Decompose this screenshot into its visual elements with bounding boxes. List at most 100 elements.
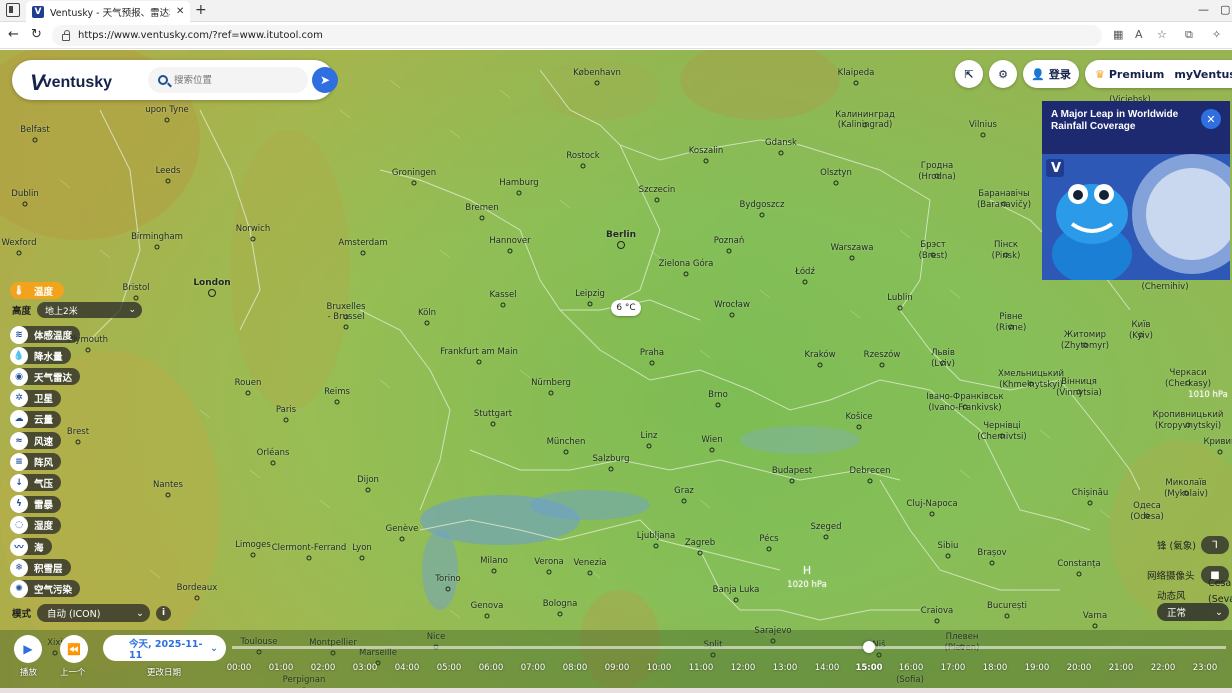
city-dot[interactable] [879, 362, 885, 368]
hour-label[interactable]: 11:00 [689, 663, 714, 673]
timeline-track[interactable] [232, 646, 1226, 649]
minimize-icon[interactable]: — [1198, 3, 1209, 16]
city-dot[interactable] [608, 466, 614, 472]
city-dot[interactable] [194, 595, 200, 601]
date-select[interactable]: 今天, 2025-11-11 ⌄ [103, 635, 226, 661]
city-dot[interactable] [653, 543, 659, 549]
layer-temperature[interactable]: 🌡 温度 [10, 282, 64, 299]
city-dot[interactable] [789, 478, 795, 484]
height-select[interactable]: 地上2米 ⌄ [37, 302, 143, 318]
settings-button[interactable]: ⚙ [989, 60, 1017, 88]
city-dot[interactable] [587, 570, 593, 576]
city-dot[interactable] [208, 289, 216, 297]
city-dot[interactable] [270, 460, 276, 466]
city-dot[interactable] [491, 568, 497, 574]
hour-label[interactable]: 07:00 [521, 663, 546, 673]
city-dot[interactable] [594, 80, 600, 86]
city-dot[interactable] [360, 250, 366, 256]
city-dot[interactable] [154, 244, 160, 250]
city-dot[interactable] [484, 613, 490, 619]
city-dot[interactable] [85, 347, 91, 353]
hour-label[interactable]: 02:00 [311, 663, 336, 673]
layer-item[interactable]: ≈ 风速 [10, 431, 62, 450]
window-menu-icon[interactable] [6, 3, 20, 17]
hour-label[interactable]: 17:00 [941, 663, 966, 673]
city-dot[interactable] [817, 362, 823, 368]
hour-label[interactable]: 16:00 [899, 663, 924, 673]
city-dot[interactable] [934, 618, 940, 624]
city-dot[interactable] [1076, 571, 1082, 577]
new-tab-icon[interactable]: + [195, 2, 207, 18]
city-dot[interactable] [766, 546, 772, 552]
temperature-popup[interactable]: 6 °C [611, 300, 641, 316]
hour-label[interactable]: 18:00 [983, 663, 1008, 673]
layer-item[interactable]: ❄ 积雪层 [10, 558, 71, 577]
city-dot[interactable] [897, 305, 903, 311]
layer-item[interactable]: ☁ 云量 [10, 410, 62, 429]
layer-item[interactable]: ✲ 卫星 [10, 389, 62, 408]
hour-label[interactable]: 19:00 [1025, 663, 1050, 673]
browser-tab[interactable]: V Ventusky - 天气预报、雷达和风力 ✕ [26, 1, 190, 22]
city-dot[interactable] [500, 302, 506, 308]
hour-label[interactable]: 21:00 [1109, 663, 1134, 673]
city-dot[interactable] [365, 487, 371, 493]
city-dot[interactable] [476, 359, 482, 365]
city-dot[interactable] [411, 180, 417, 186]
city-dot[interactable] [681, 498, 687, 504]
city-dot[interactable] [646, 443, 652, 449]
city-dot[interactable] [250, 236, 256, 242]
city-dot[interactable] [557, 611, 563, 617]
city-dot[interactable] [726, 248, 732, 254]
read-aloud-icon[interactable]: A [1135, 28, 1143, 41]
city-dot[interactable] [823, 534, 829, 540]
play-button[interactable]: ▶ [14, 635, 42, 663]
animation-speed-select[interactable]: 正常 ⌄ [1157, 603, 1229, 621]
layer-item[interactable]: ϟ 雷暴 [10, 495, 62, 514]
city-dot[interactable] [856, 424, 862, 430]
hour-label[interactable]: 03:00 [353, 663, 378, 673]
city-dot[interactable] [849, 255, 855, 261]
timeline-handle[interactable] [863, 641, 875, 653]
city-dot[interactable] [1087, 500, 1093, 506]
city-dot[interactable] [548, 390, 554, 396]
maximize-icon[interactable]: ▢ [1220, 3, 1230, 16]
city-dot[interactable] [445, 586, 451, 592]
hour-label[interactable]: 09:00 [605, 663, 630, 673]
login-button[interactable]: 👤 登录 [1023, 60, 1079, 88]
search-box[interactable] [148, 67, 308, 93]
city-dot[interactable] [334, 399, 340, 405]
city-dot[interactable] [399, 536, 405, 542]
hour-label[interactable]: 14:00 [815, 663, 840, 673]
hour-label[interactable]: 08:00 [563, 663, 588, 673]
city-dot[interactable] [563, 449, 569, 455]
layer-item[interactable]: ◌ 湿度 [10, 516, 62, 535]
favorite-icon[interactable]: ☆ [1157, 28, 1167, 41]
ventusky-logo[interactable]: V ventusky [30, 70, 112, 96]
hour-label[interactable]: 06:00 [479, 663, 504, 673]
city-dot[interactable] [980, 132, 986, 138]
city-dot[interactable] [580, 163, 586, 169]
city-dot[interactable] [683, 271, 689, 277]
extensions-icon[interactable]: ⧉ [1185, 28, 1193, 42]
city-dot[interactable] [649, 360, 655, 366]
city-dot[interactable] [833, 180, 839, 186]
city-dot[interactable] [733, 597, 739, 603]
hour-label[interactable]: 22:00 [1151, 663, 1176, 673]
city-dot[interactable] [709, 447, 715, 453]
city-dot[interactable] [250, 552, 256, 558]
city-dot[interactable] [359, 555, 365, 561]
hour-label[interactable]: 20:00 [1067, 663, 1092, 673]
city-dot[interactable] [16, 250, 22, 256]
share-button[interactable]: ⇱ [955, 60, 983, 88]
search-input[interactable] [174, 74, 294, 86]
city-dot[interactable] [697, 550, 703, 556]
city-dot[interactable] [32, 137, 38, 143]
city-dot[interactable] [989, 560, 995, 566]
city-dot[interactable] [802, 279, 808, 285]
city-dot[interactable] [245, 390, 251, 396]
reload-icon[interactable]: ↻ [31, 27, 42, 42]
fronts-toggle[interactable]: ⅂ [1201, 536, 1229, 554]
hour-label[interactable]: 05:00 [437, 663, 462, 673]
city-dot[interactable] [1092, 623, 1098, 629]
city-dot[interactable] [479, 215, 485, 221]
